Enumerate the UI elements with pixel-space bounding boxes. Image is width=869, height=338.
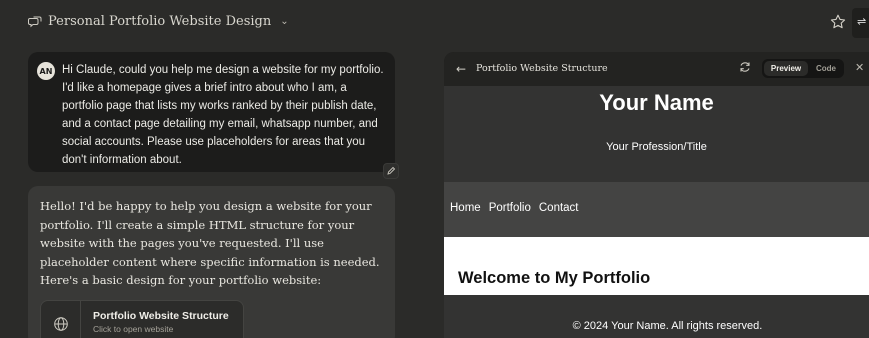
close-icon[interactable]: ✕ bbox=[855, 61, 864, 74]
site-main: Welcome to My Portfolio bbox=[444, 237, 869, 295]
preview-tab[interactable]: Preview bbox=[764, 61, 808, 76]
artifact-card[interactable]: Portfolio Website Structure Click to ope… bbox=[40, 300, 244, 338]
site-profession: Your Profession/Title bbox=[606, 141, 707, 153]
code-tab[interactable]: Code bbox=[810, 61, 842, 76]
assistant-message: Hello! I'd be happy to help you design a… bbox=[28, 186, 395, 338]
panel-title: Portfolio Website Structure bbox=[476, 63, 608, 74]
edit-message-button[interactable] bbox=[383, 163, 399, 179]
star-icon[interactable] bbox=[829, 13, 847, 31]
globe-icon bbox=[41, 301, 81, 338]
pencil-icon bbox=[387, 166, 396, 175]
artifact-subtitle: Click to open website bbox=[93, 324, 174, 334]
site-footer: © 2024 Your Name. All rights reserved. bbox=[444, 295, 869, 338]
user-message: AN Hi Claude, could you help me design a… bbox=[28, 52, 395, 172]
nav-link-contact[interactable]: Contact bbox=[539, 202, 579, 214]
site-name: Your Name bbox=[599, 90, 714, 115]
nav-link-home[interactable]: Home bbox=[450, 202, 481, 214]
top-bar: Personal Portfolio Website Design ⌄ ⇌ bbox=[0, 0, 869, 46]
conversation-title: Personal Portfolio Website Design bbox=[48, 14, 272, 29]
sliders-icon[interactable]: ⇌ bbox=[852, 8, 869, 38]
conversation-title-button[interactable]: Personal Portfolio Website Design ⌄ bbox=[28, 14, 289, 29]
footer-copyright: © 2024 Your Name. All rights reserved. bbox=[572, 320, 763, 332]
chevron-down-icon: ⌄ bbox=[280, 16, 289, 27]
chat-bubbles-icon bbox=[28, 16, 42, 27]
refresh-icon[interactable] bbox=[738, 60, 752, 74]
site-header: Your Name Your Profession/Title bbox=[444, 86, 869, 182]
avatar: AN bbox=[37, 62, 55, 80]
preview-code-toggle: Preview Code bbox=[762, 59, 844, 78]
nav-link-portfolio[interactable]: Portfolio bbox=[489, 202, 531, 214]
artifact-preview-panel: ← Portfolio Website Structure Preview Co… bbox=[444, 52, 869, 338]
artifact-title: Portfolio Website Structure bbox=[93, 310, 229, 322]
back-arrow-icon[interactable]: ← bbox=[456, 62, 466, 76]
panel-header: ← Portfolio Website Structure Preview Co… bbox=[444, 52, 869, 86]
welcome-heading: Welcome to My Portfolio bbox=[458, 269, 651, 287]
site-nav: Home Portfolio Contact bbox=[444, 182, 869, 237]
user-message-text: Hi Claude, could you help me design a we… bbox=[62, 64, 384, 166]
assistant-message-text: Hello! I'd be happy to help you design a… bbox=[40, 199, 380, 288]
